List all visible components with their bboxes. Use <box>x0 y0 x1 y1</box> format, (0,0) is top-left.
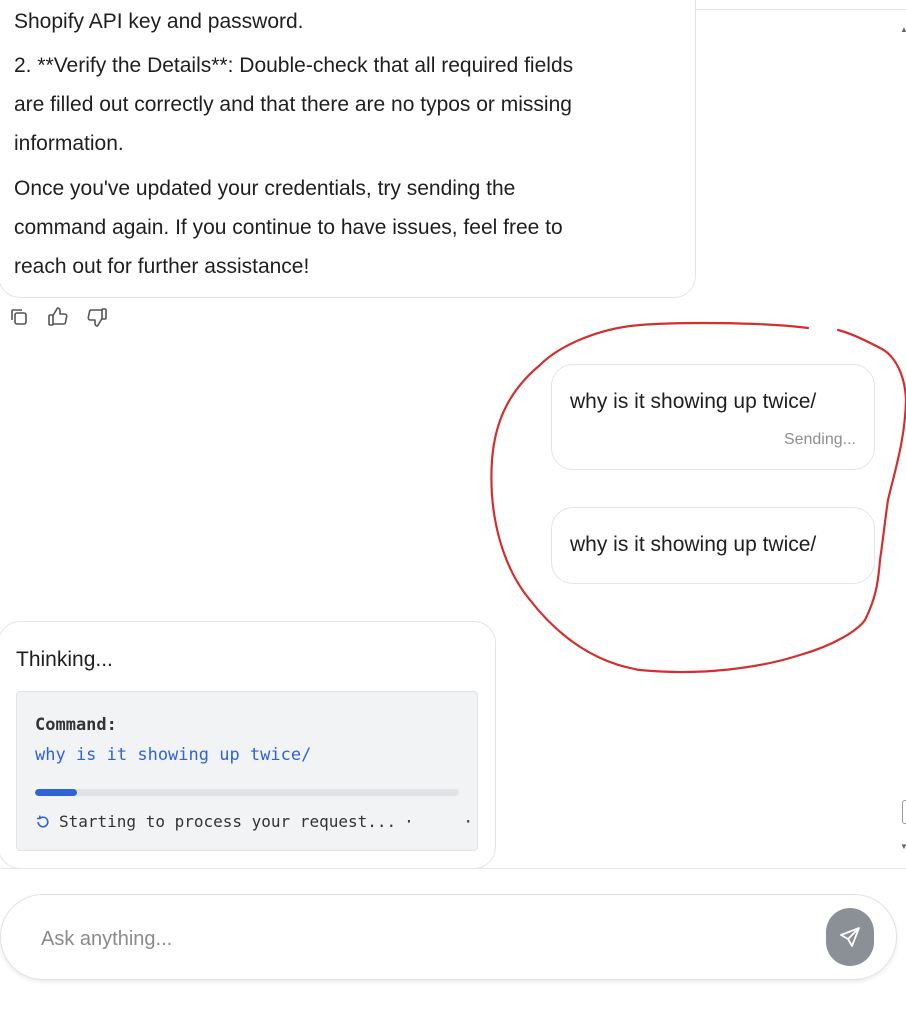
progress-bar <box>35 789 459 796</box>
sending-status: Sending... <box>783 431 856 448</box>
command-label: Command: <box>35 715 117 735</box>
send-icon <box>840 927 860 947</box>
assistant-line: 2. **Verify the Details**: Double-check … <box>14 54 574 77</box>
assistant-message: Shopify API key and password. 2. **Verif… <box>0 0 696 298</box>
user-message: why is it showing up twice/ Sending... <box>551 364 875 470</box>
assistant-line: reach out for further assistance! <box>14 255 310 278</box>
user-message: why is it showing up twice/ <box>551 507 875 584</box>
loading-dots: · · <box>404 812 494 831</box>
chat-window: ▲ ▼ Shopify API key and password. 2. **V… <box>0 0 906 1015</box>
chat-input[interactable] <box>39 920 803 958</box>
assistant-thinking-message: Thinking... Command: why is it showing u… <box>0 621 496 869</box>
composer <box>0 894 897 980</box>
user-message-text: why is it showing up twice/ <box>570 533 817 556</box>
user-message-text: why is it showing up twice/ <box>570 390 817 413</box>
scroll-up-arrow[interactable]: ▲ <box>900 26 906 34</box>
assistant-line: command again. If you continue to have i… <box>14 216 563 239</box>
send-button[interactable] <box>826 908 874 966</box>
command-box: Command: why is it showing up twice/ Sta… <box>16 691 478 851</box>
progress-status: Starting to process your request... · · <box>35 812 493 831</box>
thinking-title: Thinking... <box>16 648 113 671</box>
assistant-line: information. <box>14 132 124 155</box>
message-actions <box>8 306 108 328</box>
thumbs-down-icon[interactable] <box>86 306 108 328</box>
copy-icon[interactable] <box>8 306 30 328</box>
assistant-line: are filled out correctly and that there … <box>14 93 572 116</box>
progress-status-text: Starting to process your request... <box>59 812 397 831</box>
scrollbar-thumb[interactable] <box>902 800 906 824</box>
refresh-icon <box>37 815 49 828</box>
scroll-down-arrow[interactable]: ▼ <box>900 843 906 851</box>
assistant-line: Shopify API key and password. <box>14 10 304 33</box>
progress-fill <box>35 789 78 796</box>
command-text: why is it showing up twice/ <box>35 745 312 765</box>
assistant-line: Once you've updated your credentials, tr… <box>14 177 516 200</box>
composer-divider <box>0 868 906 869</box>
thumbs-up-icon[interactable] <box>47 306 69 328</box>
